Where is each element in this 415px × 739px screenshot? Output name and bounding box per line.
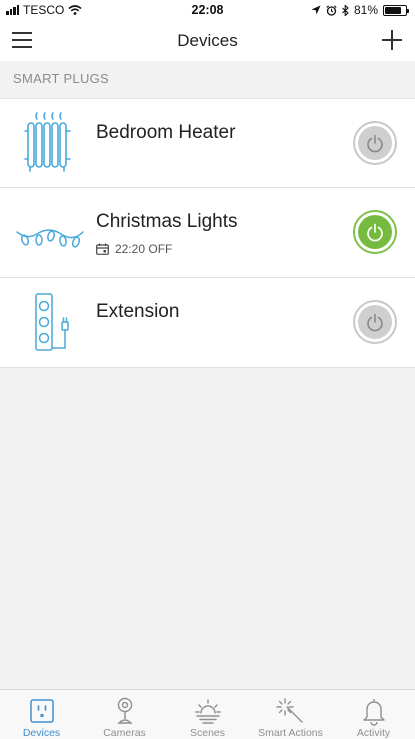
tab-scenes[interactable]: Scenes (166, 690, 249, 739)
extension-lead-icon (35, 293, 69, 351)
device-name: Extension (96, 301, 180, 322)
power-toggle-button[interactable] (353, 121, 397, 165)
device-row-christmas-lights[interactable]: Christmas Lights 22:20 OFF (0, 188, 415, 278)
nav-bar: Devices (0, 20, 415, 61)
power-icon (367, 313, 383, 332)
schedule-info: 22:20 OFF (96, 242, 172, 256)
tab-activity[interactable]: Activity (332, 690, 415, 739)
heater-icon (24, 112, 71, 172)
schedule-text: 22:20 OFF (115, 242, 173, 256)
tab-label: Scenes (189, 727, 226, 739)
status-right: 81% (311, 3, 409, 17)
section-header-smart-plugs: SMART PLUGS (13, 71, 110, 86)
power-icon (367, 134, 383, 153)
power-toggle-button[interactable] (353, 210, 397, 254)
calendar-icon (96, 243, 109, 255)
camera-icon (116, 697, 133, 724)
sunset-icon (194, 699, 221, 724)
tab-cameras[interactable]: Cameras (83, 690, 166, 739)
tab-devices[interactable]: Devices (0, 690, 83, 739)
tab-label: Cameras (103, 727, 146, 739)
device-name: Christmas Lights (96, 211, 238, 232)
device-name: Bedroom Heater (96, 122, 236, 143)
bell-icon (362, 699, 385, 726)
power-toggle-button[interactable] (353, 300, 397, 344)
bluetooth-icon (342, 4, 349, 16)
tab-label: Activity (356, 727, 391, 739)
tab-smart-actions[interactable]: Smart Actions (249, 690, 332, 739)
plug-socket-icon (29, 699, 54, 723)
power-icon (367, 223, 383, 242)
status-bar: TESCO 22:08 81% (0, 0, 415, 20)
magic-wand-icon (275, 698, 303, 723)
tab-bar: Devices Cameras Scenes Smart Actions Act… (0, 689, 415, 739)
device-row-extension[interactable]: Extension (0, 278, 415, 368)
alarm-icon (326, 4, 337, 16)
tab-label: Smart Actions (258, 727, 323, 739)
battery-icon (383, 4, 409, 16)
battery-level-fill (385, 6, 402, 14)
tab-label: Devices (22, 727, 61, 739)
location-icon (311, 5, 321, 15)
device-list: Bedroom Heater Christmas Lights 22:20 OF… (0, 98, 415, 368)
battery-percent: 81% (353, 3, 378, 17)
string-lights-icon (16, 229, 84, 248)
add-device-button[interactable] (382, 30, 402, 50)
page-title: Devices (177, 31, 238, 50)
device-row-bedroom-heater[interactable]: Bedroom Heater (0, 98, 415, 188)
